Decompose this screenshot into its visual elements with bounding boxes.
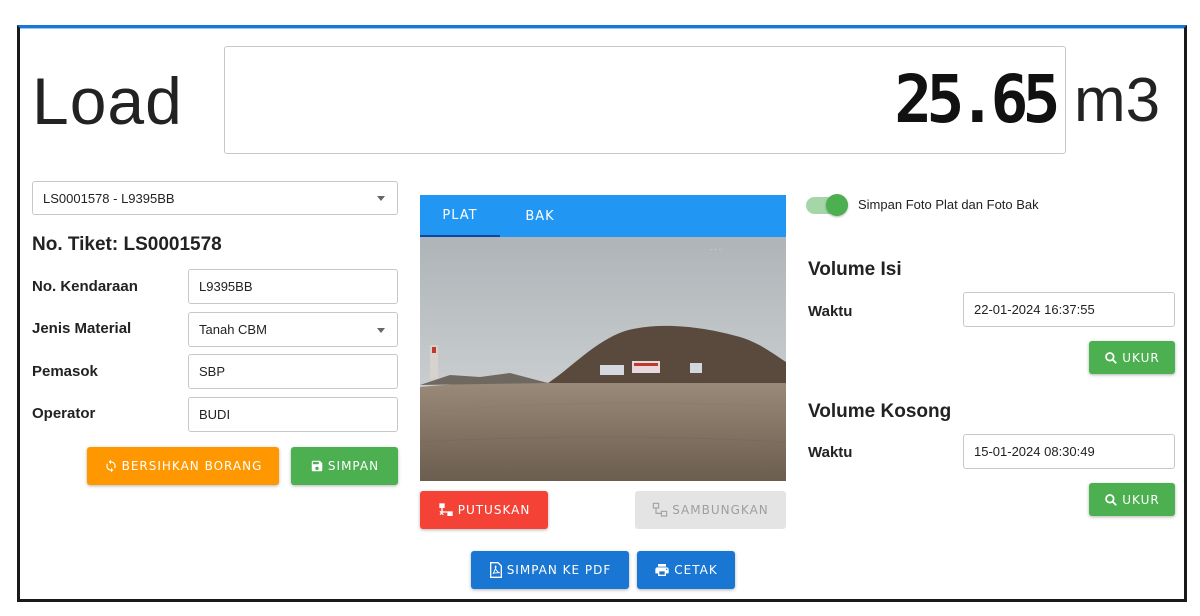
volume-unit: m3 — [1074, 66, 1161, 135]
ticket-select-value: LS0001578 - L9395BB — [43, 190, 175, 206]
save-pdf-button[interactable]: SIMPAN KE PDF — [471, 551, 629, 589]
tab-bak[interactable]: BAK — [500, 195, 580, 237]
volume-empty-time-field[interactable]: 15-01-2024 08:30:49 — [963, 434, 1175, 469]
volume-empty-time-value: 15-01-2024 08:30:49 — [974, 444, 1095, 459]
print-label: CETAK — [674, 563, 718, 577]
volume-readout-value: 25.65 — [894, 61, 1061, 138]
operator-value: BUDI — [199, 407, 231, 422]
volume-filled-title: Volume Isi — [808, 259, 902, 280]
volume-readout-display: 25.65 — [224, 46, 1066, 154]
disconnect-label: PUTUSKAN — [457, 503, 531, 517]
save-button[interactable]: SIMPAN — [291, 447, 398, 485]
volume-filled-time-label: Waktu — [808, 303, 853, 320]
operator-label: Operator — [32, 405, 96, 422]
measure-empty-button[interactable]: UKUR — [1089, 483, 1175, 516]
page-title: Load — [32, 64, 183, 138]
printer-icon — [655, 564, 669, 576]
operator-field[interactable]: BUDI — [188, 397, 398, 432]
tab-plat[interactable]: PLAT — [420, 195, 500, 237]
volume-empty-title: Volume Kosong — [808, 401, 952, 422]
camera-tabs: PLAT BAK — [420, 195, 786, 237]
connect-label: SAMBUNGKAN — [672, 503, 769, 517]
network-icon — [653, 502, 668, 517]
chevron-down-icon — [377, 327, 385, 333]
save-photos-toggle[interactable] — [806, 194, 848, 216]
connect-button[interactable]: SAMBUNGKAN — [635, 491, 786, 529]
measure-filled-button[interactable]: UKUR — [1089, 341, 1175, 374]
toggle-thumb — [826, 194, 848, 216]
vehicle-label: No. Kendaraan — [32, 278, 138, 295]
camera-panel: PLAT BAK · · · — [420, 195, 786, 481]
network-off-icon — [439, 503, 453, 516]
vehicle-number-value: L9395BB — [199, 279, 253, 294]
chevron-down-icon — [377, 196, 385, 201]
search-icon — [1105, 351, 1118, 364]
supplier-value: SBP — [199, 364, 226, 379]
volume-filled-time-value: 22-01-2024 16:37:55 — [974, 302, 1095, 317]
app-frame: Load 25.65 m3 LS0001578 - L9395BB No. Ti… — [17, 25, 1187, 602]
camera-feed-image: · · · — [420, 237, 786, 481]
clear-form-label: BERSIHKAN BORANG — [121, 459, 263, 473]
measure-filled-label: UKUR — [1122, 350, 1160, 365]
save-label: SIMPAN — [327, 459, 380, 473]
supplier-field[interactable]: SBP — [188, 354, 398, 389]
material-select[interactable]: Tanah CBM — [188, 312, 398, 347]
search-icon — [1105, 493, 1118, 506]
measure-empty-label: UKUR — [1122, 492, 1160, 507]
refresh-icon — [105, 459, 116, 473]
save-pdf-label: SIMPAN KE PDF — [506, 563, 612, 577]
volume-empty-time-label: Waktu — [808, 444, 853, 461]
save-photos-label: Simpan Foto Plat dan Foto Bak — [858, 197, 1039, 212]
ticket-number: No. Tiket: LS0001578 — [32, 234, 222, 255]
clear-form-button[interactable]: BERSIHKAN BORANG — [87, 447, 279, 485]
pdf-icon — [489, 562, 502, 578]
disconnect-button[interactable]: PUTUSKAN — [420, 491, 548, 529]
svg-text:· · ·: · · · — [710, 246, 721, 254]
material-label: Jenis Material — [32, 320, 132, 337]
vehicle-number-field[interactable]: L9395BB — [188, 269, 398, 304]
material-select-value: Tanah CBM — [199, 322, 267, 337]
floppy-icon — [311, 460, 323, 472]
app-surface: Load 25.65 m3 LS0001578 - L9395BB No. Ti… — [20, 28, 1184, 599]
volume-filled-time-field[interactable]: 22-01-2024 16:37:55 — [963, 292, 1175, 327]
print-button[interactable]: CETAK — [637, 551, 735, 589]
supplier-label: Pemasok — [32, 363, 98, 380]
ticket-select[interactable]: LS0001578 - L9395BB — [32, 181, 398, 215]
